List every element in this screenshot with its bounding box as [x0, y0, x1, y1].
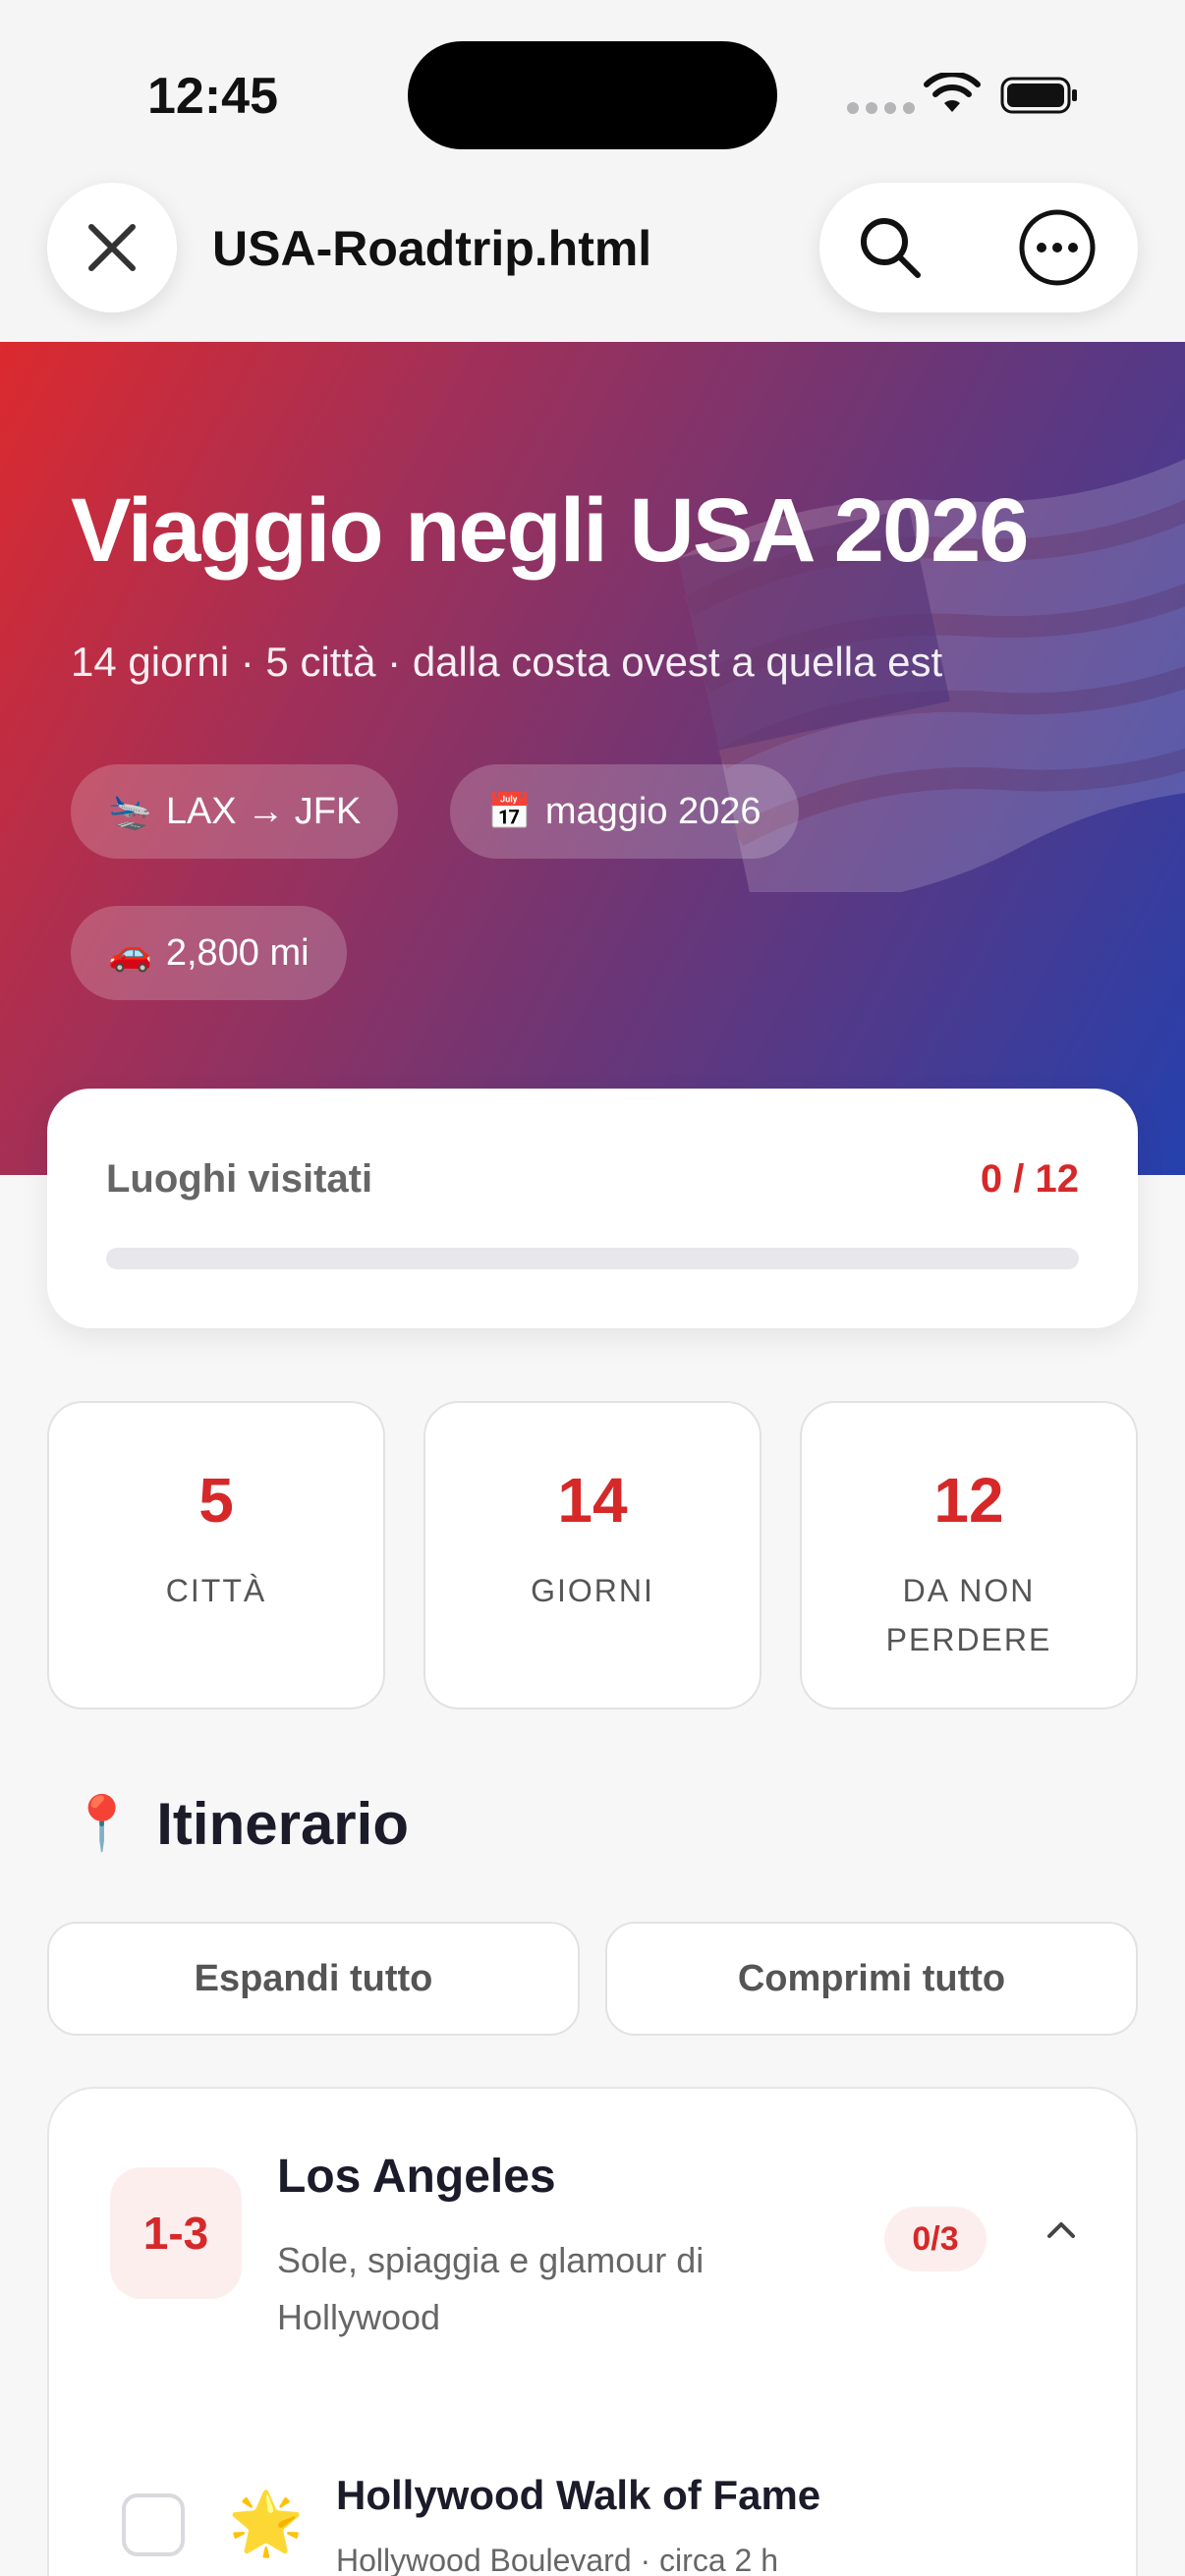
stat-label: DA NON PERDERE [885, 1573, 1052, 1657]
hero-title: Viaggio negli USA 2026 [71, 480, 1029, 581]
collapse-all-button[interactable]: Comprimi tutto [605, 1922, 1138, 2036]
stat-label: CITTÀ [165, 1573, 267, 1608]
city-visited-count: 0/3 [884, 2207, 987, 2271]
signal-icon [847, 102, 915, 114]
search-icon[interactable] [855, 212, 926, 283]
progress-label: Luoghi visitati [106, 1157, 373, 1201]
city-name: Los Angeles [277, 2151, 556, 2203]
status-time: 12:45 [147, 68, 278, 125]
place-meta: Hollywood Boulevard · circa 2 h [336, 2543, 778, 2576]
battery-icon [1000, 77, 1077, 114]
chip-label: LAX → JFK [165, 790, 362, 832]
chevron-up-icon[interactable] [1042, 2211, 1081, 2250]
stat-cities: 5 CITTÀ [47, 1401, 385, 1709]
chip-date: 📅 maggio 2026 [450, 764, 799, 859]
stat-label: GIORNI [531, 1573, 654, 1608]
progress-count: 0 / 12 [980, 1157, 1079, 1201]
browser-title: USA-Roadtrip.html [212, 221, 652, 276]
more-options-icon[interactable] [1016, 206, 1099, 289]
city-description: Sole, spiaggia e glamour di Hollywood [277, 2240, 705, 2337]
place-checkbox[interactable] [122, 2493, 185, 2556]
airplane-icon: 🛬 [108, 791, 152, 831]
progress-card: Luoghi visitati 0 / 12 [47, 1089, 1138, 1328]
car-icon: 🚗 [108, 932, 152, 973]
stat-value: 12 [933, 1465, 1004, 1536]
itinerary-title: Itinerario [156, 1791, 409, 1857]
star-icon: 🌟 [228, 2490, 305, 2557]
progress-bar [106, 1248, 1079, 1269]
city-card-los-angeles: 1-3 Los Angeles Sole, spiaggia e glamour… [47, 2087, 1138, 2576]
stat-must-see: 12 DA NON PERDERE [800, 1401, 1138, 1709]
status-bar: 12:45 [0, 0, 1185, 187]
stat-days: 14 GIORNI [423, 1401, 762, 1709]
wifi-icon [924, 73, 981, 112]
chip-distance: 🚗 2,800 mi [71, 906, 347, 1000]
place-name: Hollywood Walk of Fame [336, 2472, 821, 2518]
expand-all-button[interactable]: Espandi tutto [47, 1922, 580, 2036]
stat-value: 5 [198, 1465, 234, 1536]
pin-icon: 📍 [69, 1794, 136, 1853]
close-button[interactable] [47, 183, 177, 312]
chip-route: 🛬 LAX → JFK [71, 764, 399, 859]
chip-label: 2,800 mi [165, 931, 310, 974]
chip-label: maggio 2026 [544, 790, 762, 832]
dynamic-island [408, 41, 777, 149]
browser-actions [819, 183, 1138, 312]
stat-value: 14 [557, 1465, 628, 1536]
hero-subtitle: 14 giorni · 5 città · dalla costa ovest … [71, 639, 943, 685]
place-item: 🌟 Hollywood Walk of Fame Hollywood Boule… [49, 2423, 1136, 2576]
day-range-badge: 1-3 [110, 2167, 242, 2299]
calendar-icon: 📅 [487, 791, 532, 831]
hero-banner: Viaggio negli USA 2026 14 giorni · 5 cit… [0, 342, 1185, 1175]
itinerary-heading: 📍 Itinerario [69, 1790, 409, 1858]
close-icon [88, 224, 136, 271]
